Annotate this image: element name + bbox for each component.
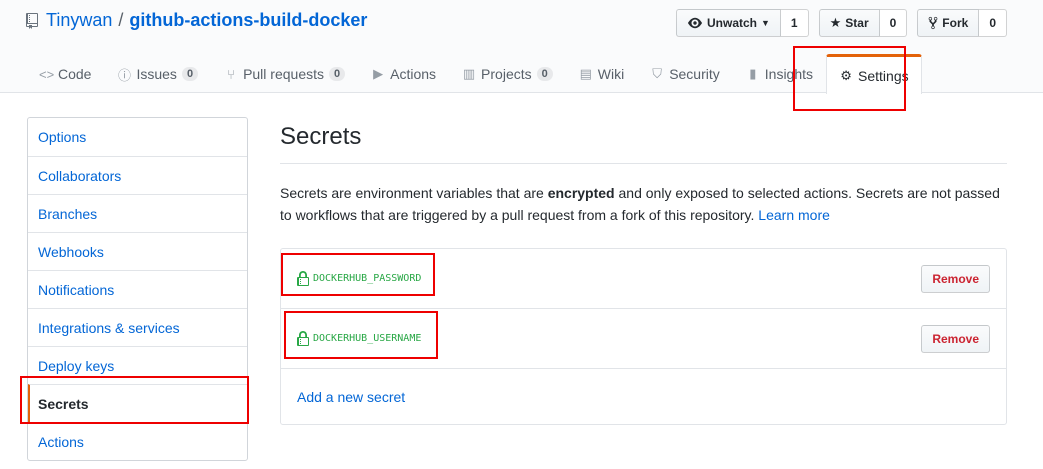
tab-projects[interactable]: ▥ Projects 0 [449,54,566,93]
forks-count[interactable]: 0 [979,9,1007,37]
secret-row: DOCKERHUB_PASSWORD Remove [281,249,1006,309]
repo-icon [26,12,38,29]
sidebar-item-actions[interactable]: Actions [28,422,247,460]
sidebar-item-secrets[interactable]: Secrets [28,384,247,422]
book-icon: ▤ [579,66,592,81]
sidebar-item-options[interactable]: Options [28,118,247,156]
pull-requests-counter: 0 [329,67,346,81]
lock-icon [297,330,309,346]
play-icon: ▶ [373,66,384,81]
tab-insights[interactable]: ▮ Insights [733,54,826,93]
tab-label: Pull requests [243,66,324,82]
repo-name-link[interactable]: github-actions-build-docker [129,10,367,31]
repo-owner-link[interactable]: Tinywan [46,10,112,31]
star-label: Star [845,16,869,30]
unwatch-label: Unwatch [706,16,757,30]
lock-icon [297,270,309,286]
tab-label: Wiki [597,66,625,82]
issues-counter: 0 [181,67,199,81]
watch-group: Unwatch ▼ 1 [675,9,809,37]
tab-label: Security [669,66,720,82]
sidebar-item-collaborators[interactable]: Collaborators [28,156,247,194]
tab-security[interactable]: ⛉ Security [637,54,733,93]
star-icon: ★ [829,15,842,30]
fork-button[interactable]: Fork [917,9,980,37]
sidebar-item-webhooks[interactable]: Webhooks [28,232,247,270]
sidebar-item-branches[interactable]: Branches [28,194,247,232]
add-secret-row: Add a new secret [281,369,1006,424]
tab-label: Settings [858,67,909,84]
graph-icon: ▮ [749,66,757,81]
remove-secret-button[interactable]: Remove [921,264,990,293]
pull-request-icon: ⑂ [227,66,235,82]
tab-settings[interactable]: ⚙ Settings [826,54,922,94]
repo-actions: Unwatch ▼ 1 ★ Star 0 Fork 0 [675,9,1007,37]
repo-tabs: <> Code ⓘ Issues 0 ⑂ Pull requests 0 ▶ A… [26,54,922,94]
desc-text-bold: encrypted [547,185,615,201]
tab-wiki[interactable]: ▤ Wiki [566,54,637,93]
settings-sidebar: Options Collaborators Branches Webhooks … [27,117,248,461]
secrets-description: Secrets are environment variables that a… [280,182,1007,226]
watchers-count[interactable]: 1 [780,9,809,37]
desc-text-pre: Secrets are environment variables that a… [280,185,548,201]
projects-counter: 0 [536,67,553,81]
tab-code[interactable]: <> Code [26,54,104,93]
eye-icon [687,17,702,29]
secret-name-text: DOCKERHUB_USERNAME [313,333,422,344]
secret-name-text: DOCKERHUB_PASSWORD [313,273,422,284]
secrets-panel: Secrets Secrets are environment variable… [280,117,1007,425]
tab-label: Projects [481,66,532,82]
sidebar-item-integrations[interactable]: Integrations & services [28,308,247,346]
caret-down-icon: ▼ [761,18,770,28]
sidebar-item-notifications[interactable]: Notifications [28,270,247,308]
fork-icon [928,16,938,30]
tab-label: Code [58,66,92,82]
secret-row: DOCKERHUB_USERNAME Remove [281,309,1006,369]
tab-label: Issues [136,66,177,82]
issue-icon: ⓘ [117,67,131,83]
repo-header: Tinywan / github-actions-build-docker Un… [0,0,1043,94]
tab-label: Insights [764,66,814,82]
add-secret-link[interactable]: Add a new secret [297,389,405,405]
sidebar-item-deploy-keys[interactable]: Deploy keys [28,346,247,384]
tab-issues[interactable]: ⓘ Issues 0 [104,54,211,93]
tab-label: Actions [390,66,437,82]
unwatch-button[interactable]: Unwatch ▼ [675,9,781,37]
tab-actions[interactable]: ▶ Actions [358,54,449,93]
secret-name: DOCKERHUB_USERNAME [297,330,422,347]
secret-name: DOCKERHUB_PASSWORD [297,270,422,287]
secrets-list: DOCKERHUB_PASSWORD Remove DOCKERHUB_USER… [280,248,1007,425]
page-title: Secrets [280,117,1007,164]
fork-label: Fork [942,16,969,30]
star-group: ★ Star 0 [818,9,908,37]
gear-icon: ⚙ [840,67,852,83]
shield-icon: ⛉ [652,66,663,81]
fork-group: Fork 0 [917,9,1007,37]
star-button[interactable]: ★ Star [818,9,880,37]
learn-more-link[interactable]: Learn more [758,207,830,223]
tab-pull-requests[interactable]: ⑂ Pull requests 0 [211,54,358,93]
project-icon: ▥ [462,66,476,81]
repo-separator: / [118,10,124,30]
repo-title: Tinywan / github-actions-build-docker [26,10,367,31]
code-icon: <> [39,66,55,82]
stars-count[interactable]: 0 [879,9,908,37]
remove-secret-button[interactable]: Remove [921,324,990,353]
